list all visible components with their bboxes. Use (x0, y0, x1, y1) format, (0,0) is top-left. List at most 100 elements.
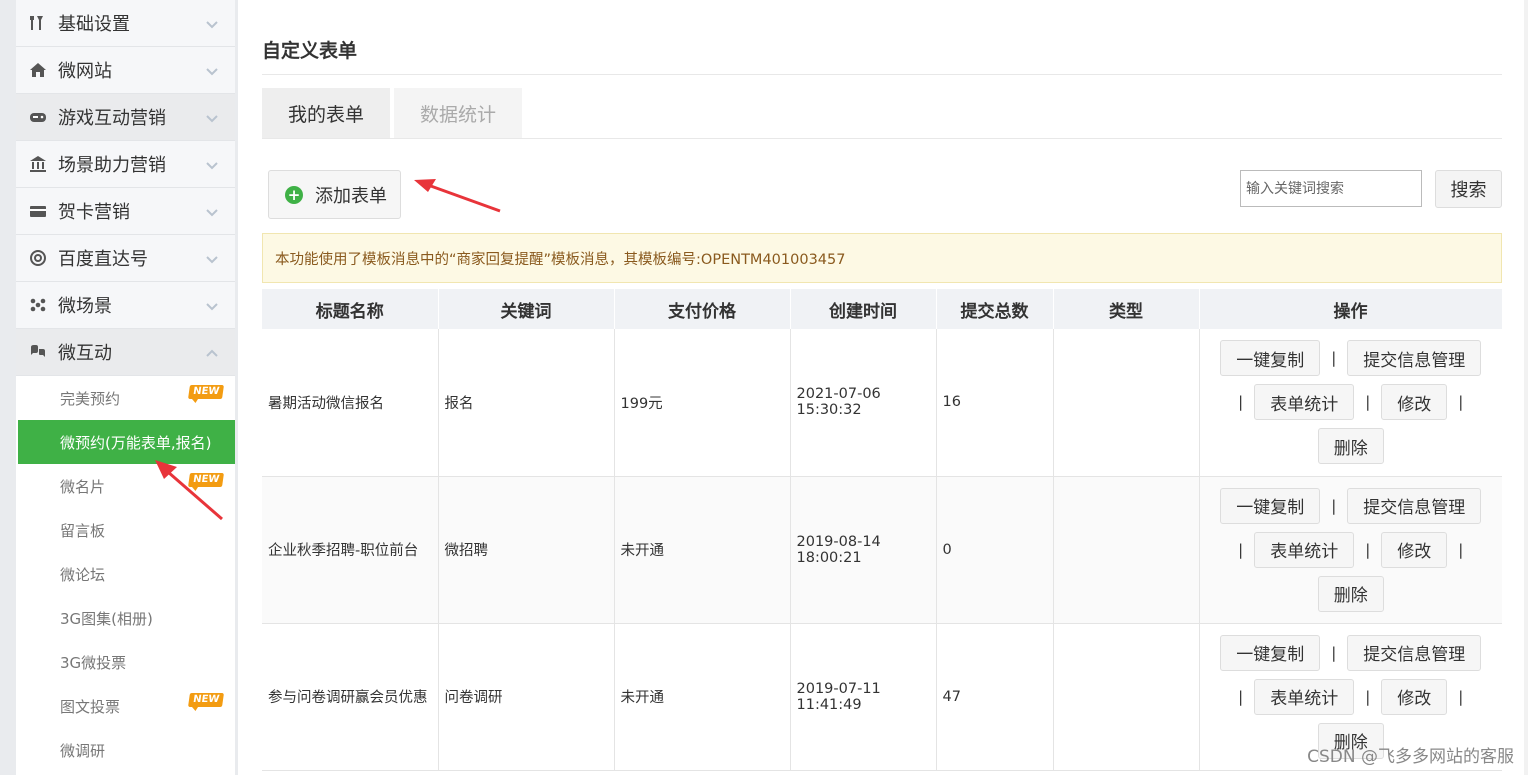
cell-type (1053, 476, 1200, 624)
cell-keyword: 报名 (438, 329, 615, 477)
cell-total: 47 (936, 623, 1054, 771)
cell-actions: 一键复制 | 提交信息管理 | 表单统计 | 修改 | 删除 (1199, 476, 1502, 624)
tab-my-forms[interactable]: 我的表单 (262, 88, 391, 138)
chevron-down-icon (206, 68, 218, 76)
menu-item-game-marketing[interactable]: 游戏互动营销 (16, 94, 235, 141)
column-header[interactable]: 支付价格 (614, 289, 791, 329)
table-row: 企业秋季招聘-职位前台 微招聘 未开通 2019-08-14 18:00:21 … (262, 476, 1502, 624)
menu-item-basic-settings[interactable]: 基础设置 (16, 0, 235, 47)
search-button[interactable]: 搜索 (1435, 170, 1502, 208)
copy-button[interactable]: 一键复制 (1220, 634, 1321, 671)
cell-title: 暑期活动微信报名 (262, 329, 439, 477)
column-header[interactable]: 类型 (1053, 289, 1200, 329)
watermark: CSDN @飞多多网站的客服 (1307, 747, 1514, 767)
form-stats-button[interactable]: 表单统计 (1254, 384, 1355, 421)
sidebar-nav: 基础设置 微网站 游戏互动营销 场景助力营销 贺卡营销 百度直达号 微场景 微互… (16, 0, 235, 775)
sub-item-micro-forum[interactable]: 微论坛 (16, 552, 235, 596)
new-badge: NEW (187, 473, 224, 487)
menu-item-label: 微场景 (58, 296, 112, 317)
separator: | (1331, 349, 1337, 368)
cell-total: 0 (936, 476, 1054, 624)
form-stats-button[interactable]: 表单统计 (1254, 678, 1355, 715)
menu-item-micro-scene[interactable]: 微场景 (16, 282, 235, 329)
home-icon (28, 60, 48, 80)
menu-item-label: 百度直达号 (58, 249, 148, 270)
divider (262, 138, 1502, 139)
bank-icon (28, 154, 48, 174)
submenu-micro-interaction: 完美预约 NEW 微预约(万能表单,报名) 微名片 NEW 留言板 微论坛 3G… (16, 376, 235, 772)
edit-button[interactable]: 修改 (1381, 531, 1448, 568)
separator: | (1458, 540, 1464, 559)
row-actions: 一键复制 | 提交信息管理 | 表单统计 | 修改 | 删除 (1206, 634, 1497, 759)
page-title: 自定义表单 (262, 40, 358, 62)
menu-item-label: 微网站 (58, 61, 112, 82)
chevron-down-icon (206, 209, 218, 217)
row-actions: 一键复制 | 提交信息管理 | 表单统计 | 修改 | 删除 (1206, 340, 1497, 465)
chevron-down-icon (206, 21, 218, 29)
manage-submissions-button[interactable]: 提交信息管理 (1347, 634, 1482, 671)
sub-item-micro-card[interactable]: 微名片 NEW (16, 464, 235, 508)
sub-item-image-vote[interactable]: 图文投票 NEW (16, 684, 235, 728)
cell-keyword: 微招聘 (438, 476, 615, 624)
sub-item-micro-survey[interactable]: 微调研 (16, 728, 235, 772)
menu-item-scene-marketing[interactable]: 场景助力营销 (16, 141, 235, 188)
sub-item-perfect-booking[interactable]: 完美预约 NEW (16, 376, 235, 420)
separator: | (1331, 643, 1337, 662)
column-header[interactable]: 关键词 (438, 289, 615, 329)
delete-button[interactable]: 删除 (1317, 428, 1384, 465)
separator: | (1458, 687, 1464, 706)
separator: | (1238, 540, 1244, 559)
copy-button[interactable]: 一键复制 (1220, 340, 1321, 377)
sub-item-label: 微预约(万能表单,报名) (60, 433, 212, 452)
scrollbar-track[interactable] (1524, 0, 1528, 775)
column-header[interactable]: 操作 (1199, 289, 1503, 329)
chevron-down-icon (206, 115, 218, 123)
menu-item-micro-interaction[interactable]: 微互动 (16, 329, 235, 376)
edit-button[interactable]: 修改 (1381, 678, 1448, 715)
delete-button[interactable]: 删除 (1317, 575, 1384, 612)
sub-item-3g-vote[interactable]: 3G微投票 (16, 640, 235, 684)
chevron-up-icon (206, 349, 218, 357)
form-stats-button[interactable]: 表单统计 (1254, 531, 1355, 568)
cell-created: 2019-08-14 18:00:21 (790, 476, 937, 624)
sub-item-label: 图文投票 (60, 697, 121, 716)
sidebar: 基础设置 微网站 游戏互动营销 场景助力营销 贺卡营销 百度直达号 微场景 微互… (0, 0, 238, 775)
sub-item-message-board[interactable]: 留言板 (16, 508, 235, 552)
sub-item-label: 留言板 (60, 521, 106, 540)
notice-banner: 本功能使用了模板消息中的“商家回复提醒”模板消息，其模板编号:OPENTM401… (262, 233, 1502, 283)
tools-icon (28, 13, 48, 33)
menu-item-label: 微互动 (58, 343, 112, 364)
tab-bar: 我的表单 数据统计 (262, 88, 526, 138)
manage-submissions-button[interactable]: 提交信息管理 (1347, 340, 1482, 377)
cell-keyword: 问卷调研 (438, 623, 615, 771)
search-input[interactable] (1240, 170, 1422, 207)
card-icon (28, 201, 48, 221)
separator: | (1365, 393, 1371, 412)
sub-item-label: 微名片 (60, 477, 106, 496)
cell-price: 未开通 (614, 476, 791, 624)
tab-data-stats[interactable]: 数据统计 (394, 88, 523, 138)
separator: | (1331, 496, 1337, 515)
add-form-button[interactable]: + 添加表单 (268, 170, 401, 219)
edit-button[interactable]: 修改 (1381, 384, 1448, 421)
cell-price: 未开通 (614, 623, 791, 771)
column-header[interactable]: 标题名称 (262, 289, 439, 329)
plus-circle-icon: + (285, 185, 303, 204)
new-badge: NEW (187, 693, 224, 707)
menu-item-baidu-direct[interactable]: 百度直达号 (16, 235, 235, 282)
column-header[interactable]: 提交总数 (936, 289, 1054, 329)
sub-item-label: 3G微投票 (60, 653, 127, 672)
separator: | (1238, 393, 1244, 412)
chevron-down-icon (206, 303, 218, 311)
manage-submissions-button[interactable]: 提交信息管理 (1347, 487, 1482, 524)
chevron-down-icon (206, 256, 218, 264)
copy-button[interactable]: 一键复制 (1220, 487, 1321, 524)
at-icon (28, 248, 48, 268)
column-header[interactable]: 创建时间 (790, 289, 937, 329)
menu-item-micro-site[interactable]: 微网站 (16, 47, 235, 94)
sub-item-micro-booking[interactable]: 微预约(万能表单,报名) (18, 420, 235, 464)
add-form-label: 添加表单 (315, 185, 387, 207)
menu-item-greeting-card[interactable]: 贺卡营销 (16, 188, 235, 235)
divider (262, 74, 1502, 75)
sub-item-3g-album[interactable]: 3G图集(相册) (16, 596, 235, 640)
